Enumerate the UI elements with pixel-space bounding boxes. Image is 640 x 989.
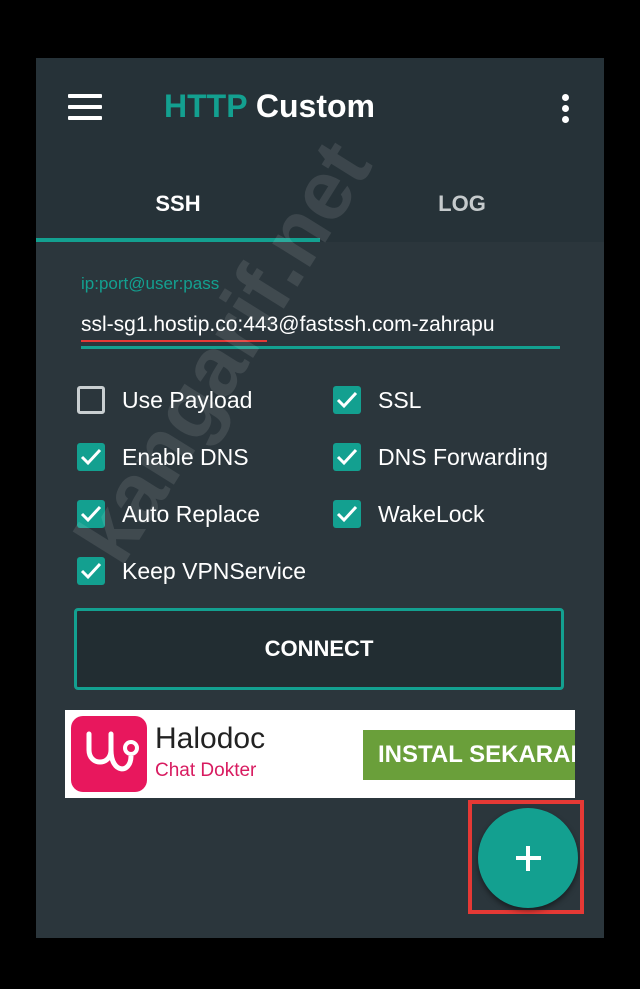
ad-banner[interactable]: Halodoc Chat Dokter INSTAL SEKARANG <box>65 710 575 798</box>
checkbox-wakelock[interactable]: WakeLock <box>333 500 485 528</box>
checkmark-icon <box>77 500 105 528</box>
ad-subtitle: Chat Dokter <box>155 760 257 781</box>
tab-log[interactable]: LOG <box>320 166 604 242</box>
checkbox-use-payload[interactable]: Use Payload <box>77 386 252 414</box>
checkbox-auto-replace[interactable]: Auto Replace <box>77 500 260 528</box>
checkbox-label: Use Payload <box>122 386 253 413</box>
checkbox-enable-dns[interactable]: Enable DNS <box>77 443 249 471</box>
checkbox-label: Auto Replace <box>122 500 261 527</box>
checkmark-icon <box>333 386 361 414</box>
app-title-rest: Custom <box>255 88 375 124</box>
add-fab-button[interactable] <box>478 808 578 908</box>
checkbox-label: SSL <box>378 386 422 413</box>
spellcheck-underline <box>81 340 267 342</box>
checkmark-icon <box>77 443 105 471</box>
checkbox-ssl[interactable]: SSL <box>333 386 421 414</box>
checkbox-dns-forwarding[interactable]: DNS Forwarding <box>333 443 548 471</box>
connect-button[interactable]: CONNECT <box>74 608 564 690</box>
app-title-accent: HTTP <box>164 88 247 124</box>
app-bar: HTTP Custom <box>36 58 604 166</box>
ssh-panel: ip:port@user:pass ssl-sg1.hostip.co:443@… <box>36 242 604 938</box>
stethoscope-icon <box>71 716 147 792</box>
checkbox-label: Enable DNS <box>122 443 249 470</box>
tab-bar: SSH LOG <box>36 166 604 242</box>
account-input[interactable]: ssl-sg1.hostip.co:443@fastssh.com-zahrap… <box>81 304 560 349</box>
app-title: HTTP Custom <box>164 88 375 125</box>
hamburger-menu-icon[interactable] <box>68 94 102 120</box>
tab-ssh[interactable]: SSH <box>36 166 320 242</box>
checkbox-label: DNS Forwarding <box>378 443 548 470</box>
checkbox-label: Keep VPNService <box>122 557 307 584</box>
account-field-label: ip:port@user:pass <box>81 274 220 293</box>
ad-title: Halodoc <box>155 722 266 755</box>
overflow-menu-icon[interactable] <box>556 94 574 126</box>
checkmark-icon <box>77 557 105 585</box>
checkbox-keep-vpnservice[interactable]: Keep VPNService <box>77 557 306 585</box>
checkbox-label: WakeLock <box>378 500 485 527</box>
ad-install-button[interactable]: INSTAL SEKARANG <box>363 730 575 780</box>
checkmark-icon <box>333 500 361 528</box>
checkmark-icon <box>333 443 361 471</box>
checkbox-box <box>77 386 105 414</box>
app-screen: HTTP Custom SSH LOG ip:port@user:pass ss… <box>36 58 604 938</box>
